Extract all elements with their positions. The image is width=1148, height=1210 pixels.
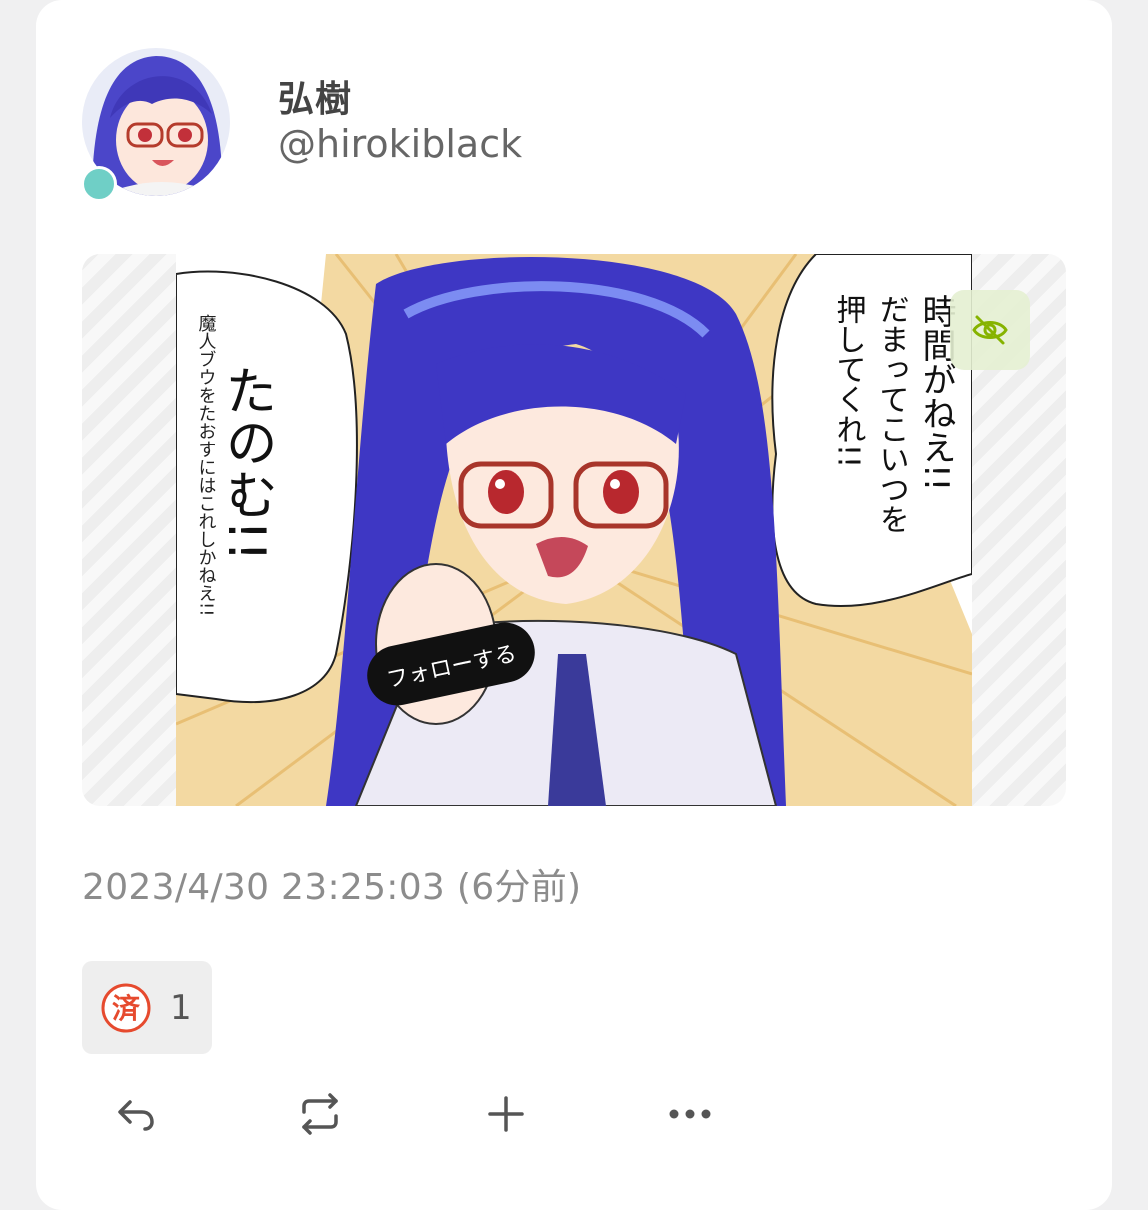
timestamp[interactable]: 2023/4/30 23:25:03 (6分前) (82, 858, 581, 910)
display-name[interactable]: 弘樹 (278, 70, 352, 122)
add-reaction-icon (488, 1096, 524, 1132)
renote-button[interactable] (294, 1088, 346, 1140)
more-icon (669, 1109, 711, 1119)
speech-side-text: 魔人ブウをたおすにはこれしかねえ!! (196, 314, 217, 617)
reply-icon (118, 1100, 154, 1131)
media-attachment[interactable]: フォローする たのむ!! 魔人ブウをたおすにはこれしかねえ!! 時間がねえ!! … (82, 254, 1066, 806)
renote-icon (302, 1093, 338, 1135)
media-image[interactable]: フォローする たのむ!! 魔人ブウをたおすにはこれしかねえ!! 時間がねえ!! … (176, 254, 972, 806)
reaction-emoji-icon: 済 (101, 983, 151, 1032)
eye-slash-icon (972, 315, 1008, 345)
reaction-emoji-char: 済 (112, 992, 141, 1025)
reply-button[interactable] (110, 1088, 162, 1140)
username[interactable]: @hirokiblack (278, 122, 522, 166)
reaction-button[interactable]: 済 1 (82, 961, 212, 1054)
speech-main-text: たのむ!! (216, 364, 276, 562)
reaction-count: 1 (170, 987, 192, 1028)
speech-right-text-2: だまってこいつを (874, 294, 909, 534)
speech-right-text-3: 押してくれ!! (831, 294, 866, 468)
more-button[interactable] (664, 1088, 716, 1140)
add-reaction-button[interactable] (480, 1088, 532, 1140)
sensitive-toggle-button[interactable] (950, 290, 1030, 370)
online-status-indicator (81, 166, 117, 202)
